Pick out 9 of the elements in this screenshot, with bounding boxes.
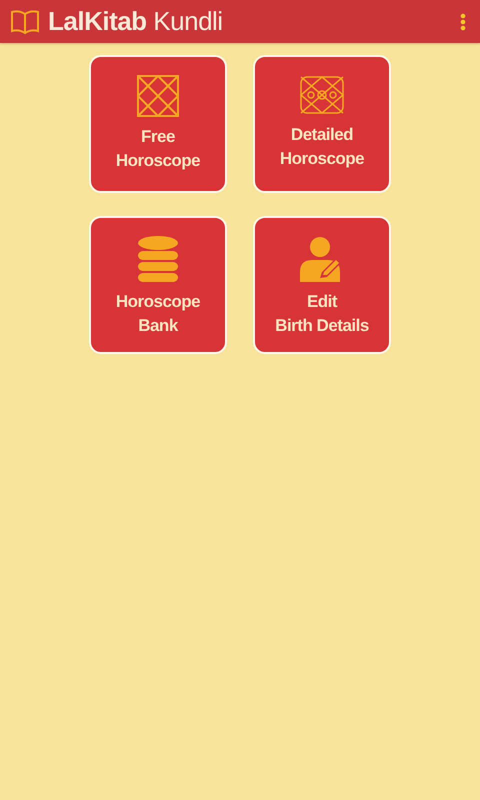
ornate-chart-icon xyxy=(299,75,345,115)
chart-grid-icon xyxy=(137,75,179,117)
database-icon xyxy=(138,236,178,282)
app-title: LalKitab Kundli xyxy=(48,6,224,37)
menu-tile[interactable]: Edit Birth Details xyxy=(253,216,391,354)
menu-tile[interactable]: Free Horoscope xyxy=(89,55,227,193)
book-icon xyxy=(10,8,40,34)
menu-tile[interactable]: Horoscope Bank xyxy=(89,216,227,354)
menu-tile[interactable]: Detailed Horoscope xyxy=(253,55,391,193)
